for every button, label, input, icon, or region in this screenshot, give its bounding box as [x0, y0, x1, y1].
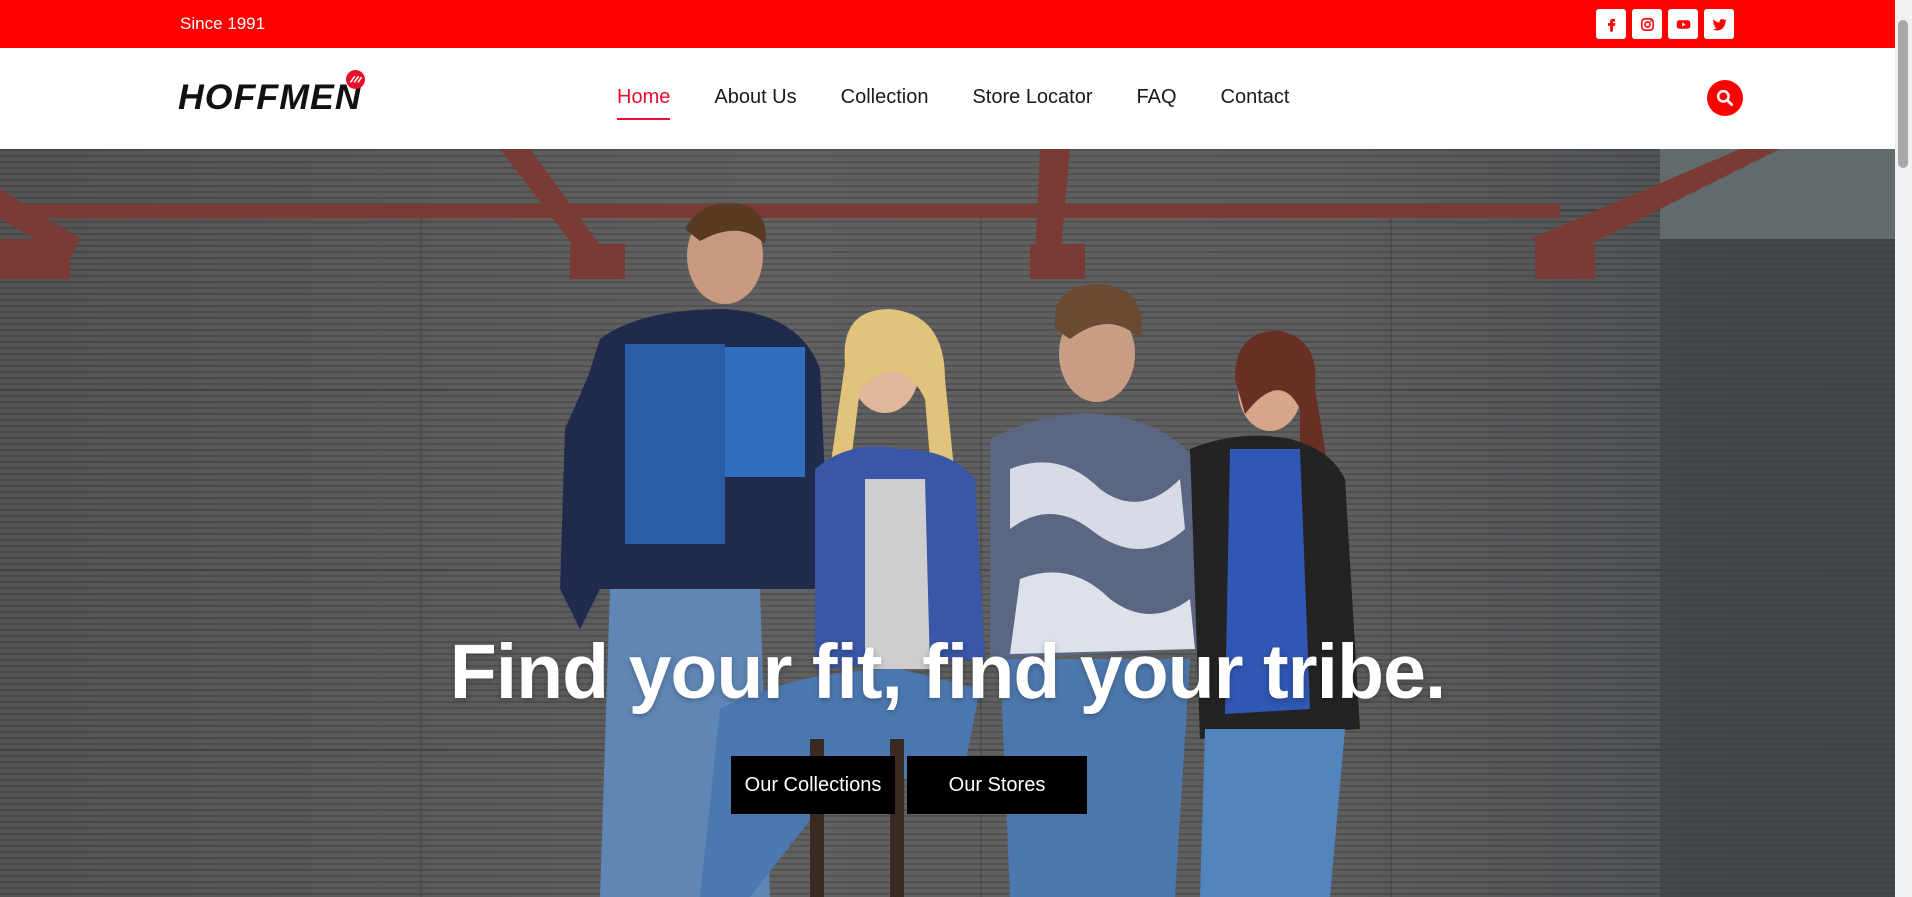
our-collections-button[interactable]: Our Collections	[731, 756, 895, 814]
nav-collection[interactable]: Collection	[841, 86, 929, 109]
brand-logo[interactable]: HOFFMEN	[176, 70, 366, 118]
since-text: Since 1991	[180, 14, 266, 33]
hero-title: Find your fit, find your tribe.	[449, 629, 1447, 715]
nav-about-us[interactable]: About Us	[714, 86, 796, 109]
twitter-link[interactable]	[1704, 9, 1734, 39]
social-links	[1596, 9, 1734, 39]
search-button[interactable]	[1707, 80, 1743, 116]
nav-contact[interactable]: Contact	[1221, 86, 1290, 109]
instagram-link[interactable]	[1632, 9, 1662, 39]
youtube-link[interactable]	[1668, 9, 1698, 39]
search-icon	[1716, 89, 1734, 107]
hero-buttons: Our Collections Our Stores	[731, 756, 1087, 814]
instagram-icon	[1640, 17, 1654, 31]
nav-store-locator[interactable]: Store Locator	[972, 86, 1092, 109]
main-header: HOFFMEN Home About Us Collection Store L…	[0, 48, 1895, 149]
nav-faq[interactable]: FAQ	[1137, 86, 1177, 109]
brand-badge-icon	[346, 70, 365, 89]
brand-logo-text: HOFFMEN	[178, 78, 362, 117]
nav-home[interactable]: Home	[617, 86, 671, 120]
youtube-icon	[1676, 19, 1690, 29]
scrollbar-thumb[interactable]	[1898, 20, 1908, 168]
page-scrollbar[interactable]	[1895, 0, 1912, 897]
main-nav: Home About Us Collection Store Locator F…	[617, 86, 1333, 120]
twitter-icon	[1712, 18, 1727, 30]
our-stores-button[interactable]: Our Stores	[907, 756, 1087, 814]
top-bar: Since 1991	[0, 0, 1895, 48]
facebook-link[interactable]	[1596, 9, 1626, 39]
hero-section: Find your fit, find your tribe. Our Coll…	[0, 149, 1895, 897]
facebook-icon	[1607, 18, 1615, 32]
